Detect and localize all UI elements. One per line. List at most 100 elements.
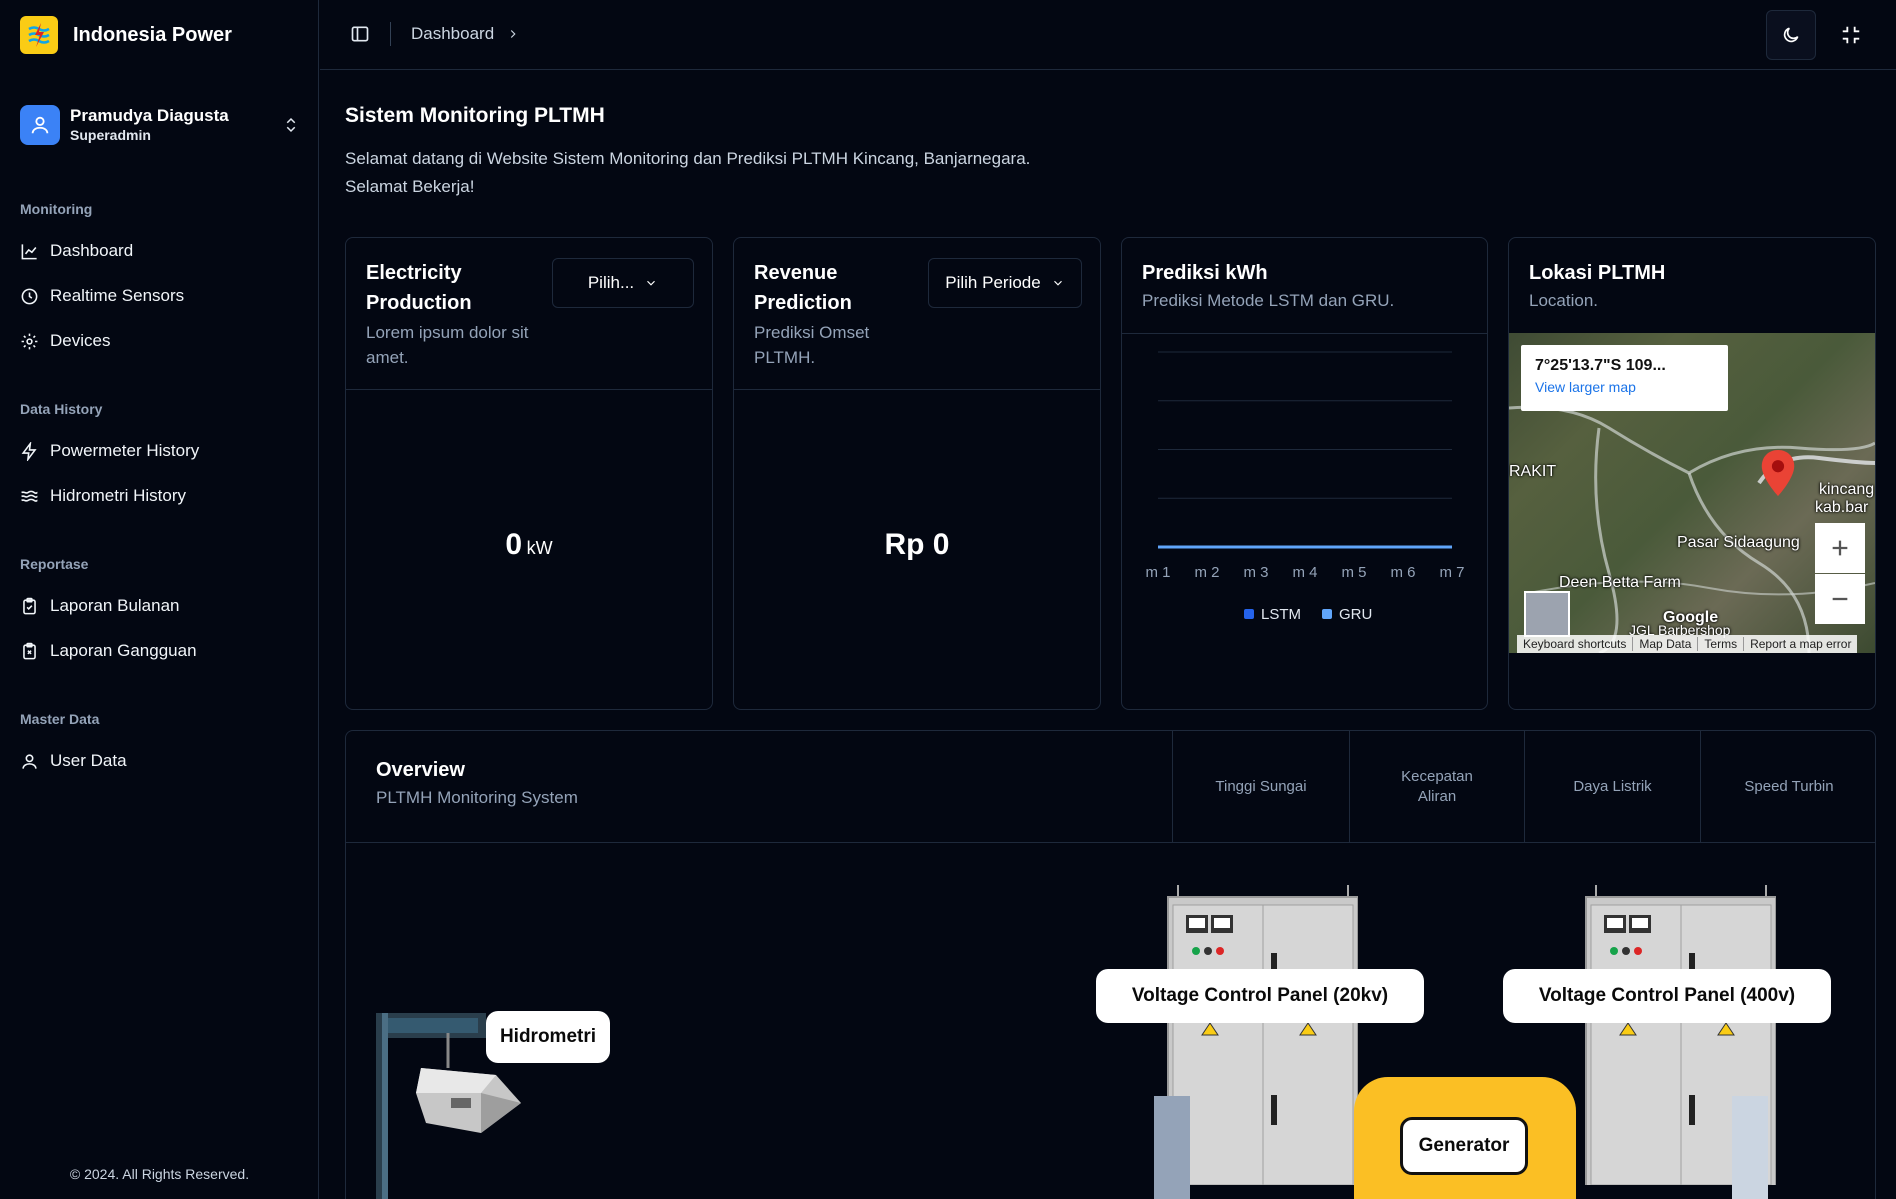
user-icon [31,116,49,134]
breadcrumb: Dashboard [411,24,520,44]
terms-link[interactable]: Terms [1698,637,1745,651]
sidebar-item-laporan-gangguan[interactable]: Laporan Gangguan [20,636,197,666]
electricity-number: 0 [505,528,523,561]
tab-tinggi-sungai[interactable]: Tinggi Sungai [1172,731,1349,843]
report-map-error-link[interactable]: Report a map error [1744,637,1857,651]
overview-title: Overview [376,759,465,781]
sidebar-item-label: Laporan Gangguan [50,641,197,660]
chart-tick-label: m 7 [1439,564,1464,581]
card-subtitle-line: Lorem ipsum dolor sit [366,323,529,342]
view-larger-map-link[interactable]: View larger map [1535,379,1714,395]
control-panel-20kv-tag[interactable]: Voltage Control Panel (20kv) [1096,969,1424,1023]
tab-daya-listrik[interactable]: Daya Listrik [1524,731,1700,843]
minus-icon [1832,597,1848,601]
plus-icon [1832,540,1848,556]
sidebar-item-label: Hidrometri History [50,486,187,505]
brand-name: Indonesia Power [73,23,232,46]
sidebar-item-dashboard[interactable]: Dashboard [20,236,133,266]
map-pin-icon [1761,450,1795,496]
period-select-value: Pilih Periode [945,273,1041,292]
card-subtitle-line: amet. [366,348,409,367]
sidebar-item-label: Devices [50,331,111,350]
gear-icon [21,333,38,349]
sidebar-item-label: Powermeter History [50,441,200,460]
sidebar-item-realtime-sensors[interactable]: Realtime Sensors [20,281,184,311]
page-description: Selamat datang di Website Sistem Monitor… [345,145,1105,201]
card-subtitle-line: Prediksi Omset [754,323,870,342]
breadcrumb-dashboard[interactable]: Dashboard [411,24,494,44]
zoom-in-button[interactable] [1815,523,1865,573]
sidebar-item-powermeter-history[interactable]: Powermeter History [20,436,199,466]
card-subtitle: Prediksi Metode LSTM dan GRU. [1142,291,1395,310]
period-select[interactable]: Pilih... [552,258,694,308]
theme-toggle-button[interactable] [1766,10,1816,60]
sidebar-item-label: User Data [50,751,127,770]
card-title-line: Revenue [754,262,838,284]
header-divider [390,22,391,46]
kwh-line-chart: m 1 m 2 m 3 m 4 m 5 m 6 m 7 LSTM GRU [1145,351,1465,623]
brand[interactable]: Indonesia Power [20,15,232,55]
minimize-icon[interactable] [1840,24,1862,46]
chart-legend-label: LSTM [1261,606,1301,623]
chart-tick-label: m 4 [1292,564,1317,581]
card-title-line: Electricity [366,262,462,284]
chart-legend-swatch [1322,609,1332,619]
map-label: RAKIT [1509,463,1557,480]
overview-card: Overview PLTMH Monitoring System Tinggi … [345,730,1876,1199]
period-select[interactable]: Pilih Periode [928,258,1082,308]
chart-tick-label: m 2 [1194,564,1219,581]
nav-group-monitoring: Monitoring [20,201,93,217]
electricity-unit: kW [526,538,553,558]
chevrons-up-down-icon[interactable] [282,114,300,136]
period-select-value: Pilih... [587,273,635,292]
embedded-map[interactable]: 7°25'13.7"S 109... View larger map RAKIT… [1509,333,1875,653]
sidebar-item-devices[interactable]: Devices [20,326,110,356]
nav-group-master-data: Master Data [20,711,100,727]
overview-subtitle: PLTMH Monitoring System [376,788,578,807]
map-label: Deen Betta Farm [1559,574,1681,591]
user-role: Superadmin [70,127,151,143]
map-info-popup: 7°25'13.7"S 109... View larger map [1521,345,1728,411]
tab-kecepatan-aliran[interactable]: Kecepatan Aliran [1349,731,1524,843]
tab-speed-turbin[interactable]: Speed Turbin [1700,731,1875,843]
map-coordinate: 7°25'13.7"S 109... [1535,357,1666,374]
avatar [20,105,60,145]
electricity-production-card: Electricity Production Lorem ipsum dolor… [345,237,713,710]
card-divider [346,842,1875,843]
page-description-line: Selamat datang di Website Sistem Monitor… [345,149,1031,168]
page-title: Sistem Monitoring PLTMH [345,104,605,127]
chart-tick-label: m 6 [1390,564,1415,581]
zoom-out-button[interactable] [1815,574,1865,624]
zap-icon [21,441,37,461]
user-icon [22,753,37,769]
card-title-line: Prediction [754,292,852,314]
chart-tick-label: m 5 [1341,564,1366,581]
page-description-line: Selamat Bekerja! [345,177,475,196]
map-footer: Keyboard shortcuts Map Data Terms Report… [1517,635,1858,653]
map-data-link[interactable]: Map Data [1633,637,1699,651]
card-title: Revenue Prediction [754,258,852,318]
map-label: Pasar Sidaagung [1677,534,1800,551]
sidebar-item-laporan-bulanan[interactable]: Laporan Bulanan [20,591,180,621]
keyboard-shortcuts-link[interactable]: Keyboard shortcuts [1517,637,1634,651]
sidebar-item-user-data[interactable]: User Data [20,746,127,776]
card-subtitle: Prediksi Omset PLTMH. [754,320,869,370]
sidebar-item-label: Realtime Sensors [50,286,185,305]
map-layer-toggle[interactable] [1524,591,1570,637]
sidebar-item-hidrometri-history[interactable]: Hidrometri History [20,481,186,511]
generator-base-left [1154,1096,1190,1199]
google-logo: Google [1663,609,1719,626]
hidrometri-tag[interactable]: Hidrometri [486,1011,610,1063]
generator-base-right [1732,1096,1768,1199]
sidebar-item-label: Laporan Bulanan [50,596,180,615]
revenue-value: Rp 0 [884,528,950,561]
card-divider [734,389,1100,390]
control-panel-400v-tag[interactable]: Voltage Control Panel (400v) [1503,969,1831,1023]
waves-icon [21,490,38,502]
generator-tag[interactable]: Generator [1400,1117,1528,1175]
electricity-value: 0 kW [346,528,712,562]
sidebar-item-label: Dashboard [50,241,134,260]
sidebar-toggle-icon[interactable] [350,24,370,44]
user-menu[interactable]: Pramudya Diagusta Superadmin [20,104,300,146]
card-title: Prediksi kWh [1142,262,1268,284]
